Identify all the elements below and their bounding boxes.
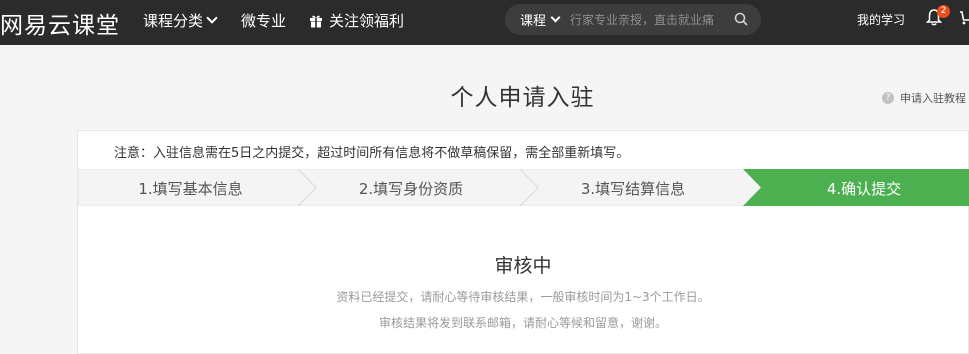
nav-course-categories-label: 课程分类 bbox=[143, 12, 204, 30]
gift-icon bbox=[309, 14, 323, 28]
review-status-message: 资料已经提交，请耐心等待审核结果，一般审核时间为1~3个工作日。 bbox=[336, 290, 710, 304]
search-category-label: 课程 bbox=[520, 14, 547, 29]
notification-badge: 2 bbox=[937, 5, 950, 18]
my-study-link[interactable]: 我的学习 bbox=[857, 11, 905, 28]
cart-icon[interactable] bbox=[959, 10, 969, 30]
question-icon: ? bbox=[882, 92, 894, 104]
top-navigation-bar: 网易云课堂 课程分类 微专业 关注领福利 课程 行家专业亲授，直击就业痛 我的学… bbox=[0, 0, 969, 45]
page-title: 个人申请入驻 bbox=[450, 85, 595, 111]
step-confirm-submit: 4.确认提交 bbox=[826, 180, 902, 198]
nav-micro-major-label: 微专业 bbox=[241, 12, 287, 30]
step-identity: 2.填写身份资质 bbox=[358, 180, 464, 198]
step-settlement: 3.填写结算信息 bbox=[580, 180, 686, 198]
application-tutorial-label: 申请入驻教程 bbox=[900, 92, 966, 105]
progress-steps: 1.填写基本信息 2.填写身份资质 3.填写结算信息 4.确认提交 bbox=[78, 169, 969, 206]
review-status-note: 审核结果将发到联系邮箱，请耐心等候和留意，谢谢。 bbox=[378, 316, 667, 330]
nav-micro-major[interactable]: 微专业 bbox=[241, 10, 286, 31]
site-logo[interactable]: 网易云课堂 bbox=[0, 6, 120, 40]
chevron-down-icon bbox=[206, 12, 218, 24]
application-tutorial-link[interactable]: ? 申请入驻教程 bbox=[882, 90, 966, 106]
step-basic-info: 1.填写基本信息 bbox=[138, 180, 243, 198]
submission-notice: 注意：入驻信息需在5日之内提交，超过时间所有信息将不做草稿保留，需全部重新填写。 bbox=[114, 146, 630, 161]
nav-follow-benefits[interactable]: 关注领福利 bbox=[309, 10, 404, 31]
application-card: 注意：入驻信息需在5日之内提交，超过时间所有信息将不做草稿保留，需全部重新填写。… bbox=[77, 130, 969, 354]
search-bar[interactable]: 课程 行家专业亲授，直击就业痛 bbox=[505, 4, 761, 35]
nav-course-categories[interactable]: 课程分类 bbox=[143, 10, 218, 31]
nav-follow-benefits-label: 关注领福利 bbox=[329, 12, 405, 30]
review-status-title: 审核中 bbox=[494, 255, 552, 277]
chevron-down-icon bbox=[550, 12, 561, 22]
search-category-select[interactable]: 课程 bbox=[520, 10, 561, 29]
search-input[interactable]: 行家专业亲授，直击就业痛 bbox=[570, 11, 714, 28]
search-icon[interactable] bbox=[734, 11, 748, 30]
